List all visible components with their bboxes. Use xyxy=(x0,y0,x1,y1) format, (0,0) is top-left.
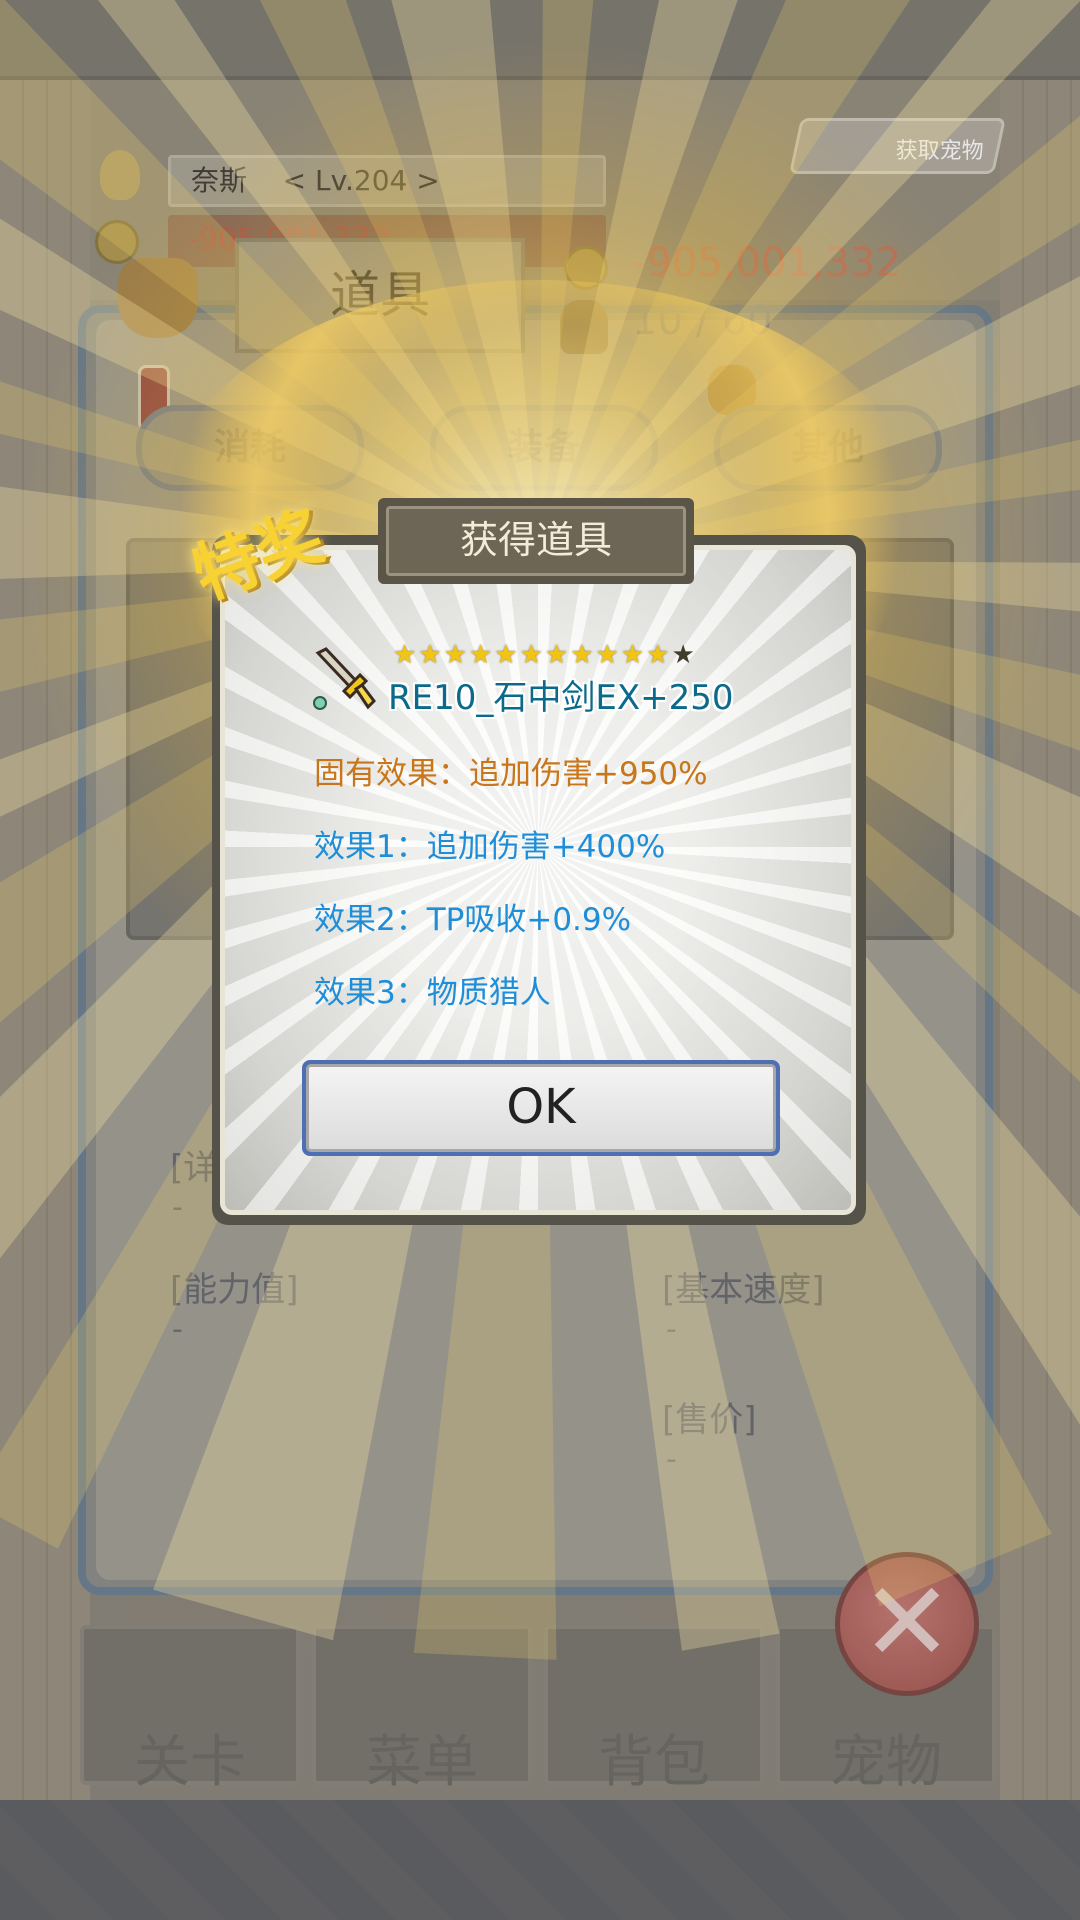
effect-2: 效果2：TP吸收+0.9% xyxy=(314,902,632,938)
dialog-title-plate: 获得道具 xyxy=(378,498,694,584)
star-empty-icon: ★ xyxy=(671,640,695,670)
item-name: RE10_石中剑EX+250 xyxy=(388,678,734,718)
sword-icon xyxy=(313,647,376,710)
inherent-effect: 固有效果：追加伤害+950% xyxy=(314,756,708,792)
effect-3: 效果3：物质猎人 xyxy=(314,975,551,1011)
star-filled-icon: ★ xyxy=(393,640,417,670)
star-filled-icon: ★ xyxy=(494,640,518,670)
effect-1: 效果1：追加伤害+400% xyxy=(314,829,666,865)
star-filled-icon: ★ xyxy=(468,640,493,670)
star-filled-icon: ★ xyxy=(620,640,645,670)
star-filled-icon: ★ xyxy=(544,640,569,670)
dialog-title: 获得道具 xyxy=(386,506,686,576)
star-filled-icon: ★ xyxy=(418,640,442,670)
star-filled-icon: ★ xyxy=(570,640,594,670)
rarity-stars: ★ ★ ★ ★ ★ ★ ★ ★ ★ ★ ★ ★ xyxy=(393,640,695,670)
ok-button[interactable]: OK xyxy=(302,1060,780,1156)
star-filled-icon: ★ xyxy=(443,640,467,670)
star-filled-icon: ★ xyxy=(519,640,543,670)
star-filled-icon: ★ xyxy=(595,640,619,670)
star-filled-icon: ★ xyxy=(646,640,670,670)
ok-label: OK xyxy=(306,1064,776,1152)
